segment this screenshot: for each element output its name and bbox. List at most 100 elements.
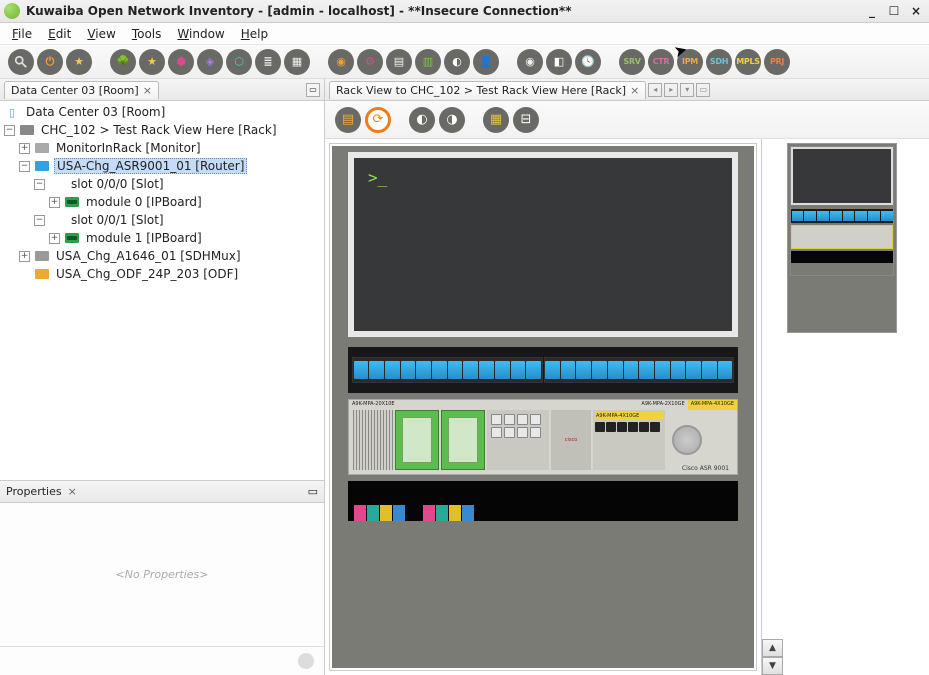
mpls-button[interactable]: MPLS [735,49,761,75]
tasks-icon[interactable]: 🕓 [575,49,601,75]
card-label: A9K-MPA-2X10GE [638,400,687,410]
next-tab-icon[interactable]: ▸ [664,83,678,97]
export-icon[interactable]: ▤ [335,107,361,133]
sfp-block-icon: A9K-MPA-4X10GE [593,410,665,470]
close-window-button[interactable]: × [907,4,925,18]
rack-view-tab[interactable]: Rack View to CHC_102 > Test Rack View He… [329,81,646,99]
expand-icon[interactable]: + [49,233,60,244]
menu-tools[interactable]: Tools [124,25,170,43]
users-icon[interactable]: 👤 [473,49,499,75]
slot-icon [49,213,65,227]
minimize-panel-icon[interactable]: ▭ [306,83,320,97]
layers-icon[interactable]: ≣ [255,49,281,75]
search-icon[interactable] [8,49,34,75]
collapse-icon[interactable]: − [4,125,15,136]
board-icon [64,231,80,245]
menu-help[interactable]: Help [233,25,276,43]
tab-list-icon[interactable]: ▾ [680,83,694,97]
object-tree[interactable]: ▯ Data Center 03 [Room] − CHC_102 > Test… [0,101,324,480]
reports-icon[interactable]: ▤ [386,49,412,75]
containment-icon[interactable]: ⬢ [168,49,194,75]
refresh-icon[interactable]: ⟳ [365,107,391,133]
tree-odf[interactable]: USA_Chg_ODF_24P_203 [ODF] [0,265,324,283]
rack-front-icon[interactable]: ▦ [483,107,509,133]
scripts-icon[interactable]: ⚙ [357,49,383,75]
prev-tab-icon[interactable]: ◂ [648,83,662,97]
sdh-button[interactable]: SDH [706,49,732,75]
rack-canvas[interactable]: >_ A9K-MPA-20X10E A9K-MPA-2X10GE [329,143,757,671]
tree-rack[interactable]: − CHC_102 > Test Rack View Here [Rack] [0,121,324,139]
menu-edit[interactable]: Edit [40,25,79,43]
favorites-icon[interactable]: ★ [66,49,92,75]
tree-module-1[interactable]: + module 1 [IPBoard] [0,229,324,247]
minimap-viewport[interactable] [790,146,894,276]
close-tab-icon[interactable]: × [143,84,152,97]
slot-icon [49,177,65,191]
mux-icon [34,249,50,263]
collapse-icon[interactable]: − [34,215,45,226]
show-ports-icon[interactable]: ◑ [439,107,465,133]
srv-button[interactable]: SRV [619,49,645,75]
expand-icon[interactable]: + [19,251,30,262]
expand-icon[interactable]: + [49,197,60,208]
tree-root[interactable]: ▯ Data Center 03 [Room] [0,103,324,121]
close-properties-icon[interactable]: × [68,485,77,498]
ctr-button[interactable]: CTR [648,49,674,75]
tree-icon[interactable]: 🌳 [110,49,136,75]
grid-icon[interactable]: ▦ [284,49,310,75]
monitor-icon [34,141,50,155]
rack-view-tab-label: Rack View to CHC_102 > Test Rack View He… [336,84,626,97]
tree-slot-000[interactable]: − slot 0/0/0 [Slot] [0,175,324,193]
contracts-icon[interactable]: ◐ [444,49,470,75]
tree-monitor[interactable]: + MonitorInRack [Monitor] [0,139,324,157]
ipm-button[interactable]: IPM [677,49,703,75]
properties-title: Properties [6,485,62,498]
card-label: A9K-MPA-20X10E [349,400,398,410]
audit-icon[interactable]: ◉ [517,49,543,75]
collapse-icon[interactable]: − [19,161,30,172]
odf-icon [34,267,50,281]
menu-file[interactable]: File [4,25,40,43]
star2-icon[interactable]: ★ [139,49,165,75]
show-connections-icon[interactable]: ◐ [409,107,435,133]
expand-icon[interactable]: + [19,143,30,154]
main-toolbar: ⏻ ★ 🌳 ★ ⬢ ◈ ⬡ ≣ ▦ ◉ ⚙ ▤ ▥ ◐ 👤 ◉ ◧ 🕓 SRV … [0,45,929,79]
collapse-icon[interactable]: − [34,179,45,190]
tree-module-0[interactable]: + module 0 [IPBoard] [0,193,324,211]
minimap[interactable] [787,143,897,333]
navigator-tab[interactable]: Data Center 03 [Room] × [4,81,159,99]
scroll-up-icon[interactable]: ▲ [762,639,783,657]
minimize-button[interactable]: _ [863,4,881,18]
vertical-scrollbar[interactable]: ▲ ▼ [761,139,783,675]
maximize-editor-icon[interactable]: ▭ [696,83,710,97]
vent-icon [353,410,393,470]
editor-tab-bar: Rack View to CHC_102 > Test Rack View He… [325,79,929,101]
minimize-properties-icon[interactable]: ▭ [308,485,318,498]
close-tab-icon[interactable]: × [630,84,639,97]
pool-icon[interactable]: ⬡ [226,49,252,75]
power-icon[interactable]: ⏻ [37,49,63,75]
dashboard-icon[interactable]: ◧ [546,49,572,75]
templates-icon[interactable]: ▥ [415,49,441,75]
tree-slot-001[interactable]: − slot 0/0/1 [Slot] [0,211,324,229]
menu-view[interactable]: View [79,25,123,43]
device-model-label: Cisco ASR 9001 [682,465,729,472]
rack-back-icon[interactable]: ⊟ [513,107,539,133]
port-block-icon [487,410,549,470]
menu-bar: File Edit View Tools Window Help [0,23,929,45]
maximize-button[interactable]: ☐ [885,4,903,18]
menu-window[interactable]: Window [169,25,232,43]
terminal-prompt-icon: >_ [368,168,387,187]
patch-panel-device[interactable] [348,347,738,393]
prj-button[interactable]: PRJ [764,49,790,75]
asr-router-device[interactable]: A9K-MPA-20X10E A9K-MPA-2X10GE A9K-MPA-4X… [348,399,738,475]
scroll-down-icon[interactable]: ▼ [762,657,783,675]
rack-icon [19,123,35,137]
relations-icon[interactable]: ◈ [197,49,223,75]
queries-icon[interactable]: ◉ [328,49,354,75]
tree-router[interactable]: − USA-Chg_ASR9001_01 [Router] [0,157,324,175]
line-card-icon [395,410,439,470]
sdh-mux-device[interactable] [348,481,738,521]
tree-sdhmux[interactable]: + USA_Chg_A1646_01 [SDHMux] [0,247,324,265]
monitor-device[interactable]: >_ [348,152,738,337]
